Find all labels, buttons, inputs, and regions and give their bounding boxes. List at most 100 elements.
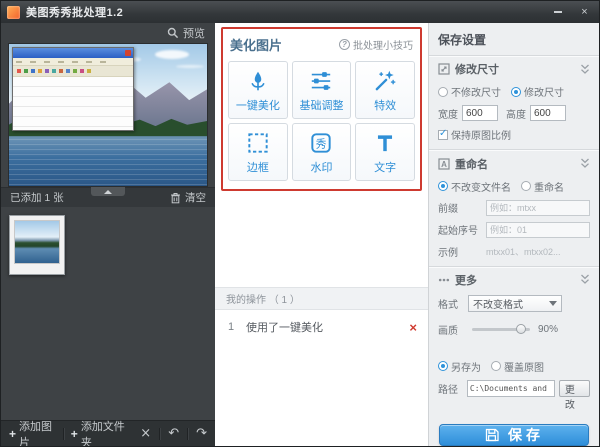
embedded-window-titlebar xyxy=(13,48,133,58)
clear-button[interactable]: 清空 xyxy=(170,190,206,205)
rename-section-header[interactable]: A 重命名 xyxy=(438,150,590,176)
chevron-collapse-icon[interactable] xyxy=(580,64,590,75)
add-image-label: 添加图片 xyxy=(19,418,56,447)
radio-icon xyxy=(491,361,501,371)
slider-knob[interactable] xyxy=(516,324,526,334)
example-value: mtxx01、mtxx02... xyxy=(486,245,561,258)
undo-button[interactable]: ↶ xyxy=(168,427,179,440)
preview-button[interactable]: 预览 xyxy=(167,25,205,41)
add-image-button[interactable]: + 添加图片 xyxy=(9,418,56,447)
start-number-label: 起始序号 xyxy=(438,222,482,237)
radio-icon xyxy=(438,87,448,97)
preview-image xyxy=(8,43,208,187)
rename-section-label: 重命名 xyxy=(455,156,488,172)
tool-basic-adjust[interactable]: 基础调整 xyxy=(292,61,352,119)
chevron-collapse-icon[interactable] xyxy=(580,274,590,285)
radio-selected-icon xyxy=(511,87,521,97)
image-list-panel: 预览 已添加 1 张 清空 xyxy=(1,23,215,446)
tool-label: 水印 xyxy=(310,159,332,175)
operation-item: 1 使用了一键美化 × xyxy=(221,310,422,335)
magnifier-icon xyxy=(167,27,179,39)
change-label: 更改 xyxy=(565,385,575,411)
tool-label: 一键美化 xyxy=(236,97,280,113)
image-thumbnail[interactable] xyxy=(9,215,65,275)
minimize-icon xyxy=(554,11,562,13)
path-label: 路径 xyxy=(438,381,463,396)
cloud-decor xyxy=(155,50,189,59)
minimize-button[interactable] xyxy=(547,5,568,20)
batch-tips-link[interactable]: ? 批处理小技巧 xyxy=(339,37,413,52)
separator xyxy=(187,428,188,440)
more-section-label: 更多 xyxy=(455,272,477,288)
save-settings-title: 保存设置 xyxy=(438,29,590,55)
radio-keep-filename[interactable]: 不改变文件名 xyxy=(438,179,511,194)
app-window: 美图秀秀批处理1.2 × 预览 xyxy=(0,0,600,447)
tool-label: 特效 xyxy=(374,97,396,113)
tool-border[interactable]: 边框 xyxy=(228,123,288,181)
width-input[interactable] xyxy=(462,105,498,121)
chevron-collapse-icon[interactable] xyxy=(580,158,590,169)
tool-text[interactable]: 文字 xyxy=(355,123,415,181)
radio-resize[interactable]: 修改尺寸 xyxy=(511,84,564,99)
start-number-input[interactable] xyxy=(486,222,590,238)
keep-ratio-label: 保持原图比例 xyxy=(451,127,511,142)
app-icon xyxy=(7,6,20,19)
prefix-input[interactable] xyxy=(486,200,590,216)
save-button[interactable]: 保存 xyxy=(439,424,589,446)
more-dots-icon xyxy=(438,274,450,286)
format-label: 格式 xyxy=(438,296,464,311)
keep-ratio-checkbox[interactable]: 保持原图比例 xyxy=(438,127,511,142)
close-button[interactable]: × xyxy=(574,5,595,20)
quality-value: 90% xyxy=(538,324,558,335)
text-icon xyxy=(372,129,398,157)
tips-label: 批处理小技巧 xyxy=(353,37,413,52)
add-folder-label: 添加文件夹 xyxy=(81,418,127,447)
plus-icon: + xyxy=(9,427,16,441)
path-input[interactable] xyxy=(467,380,555,397)
format-select[interactable]: 不改变格式 xyxy=(468,295,562,312)
radio-rename-label: 重命名 xyxy=(534,179,564,194)
operation-text: 使用了一键美化 xyxy=(246,319,409,335)
width-label: 宽度 xyxy=(438,106,458,121)
add-folder-button[interactable]: + 添加文件夹 xyxy=(71,418,127,447)
radio-keep-filename-label: 不改变文件名 xyxy=(451,179,511,194)
more-section-header[interactable]: 更多 xyxy=(438,266,590,292)
radio-rename[interactable]: 重命名 xyxy=(521,179,564,194)
radio-no-resize[interactable]: 不修改尺寸 xyxy=(438,84,501,99)
resize-icon xyxy=(438,63,450,75)
radio-overwrite[interactable]: 覆盖原图 xyxy=(491,359,544,374)
toolbar-icons-decor xyxy=(17,69,21,73)
tool-effects[interactable]: 特效 xyxy=(355,61,415,119)
list-toolbar: + 添加图片 + 添加文件夹 × ↶ ↷ xyxy=(1,420,215,446)
frame-icon xyxy=(245,129,271,157)
radio-save-as[interactable]: 另存为 xyxy=(438,359,481,374)
plus-icon: + xyxy=(71,427,78,441)
chevron-up-icon xyxy=(104,190,112,194)
preview-label: 预览 xyxy=(183,25,205,41)
save-settings-panel: 保存设置 修改尺寸 不修改尺寸 修改尺寸 宽度 xyxy=(428,23,599,446)
tool-watermark[interactable]: 秀 水印 xyxy=(292,123,352,181)
tool-label: 基础调整 xyxy=(299,97,343,113)
change-path-button[interactable]: 更改 xyxy=(559,380,590,397)
redo-button[interactable]: ↷ xyxy=(196,427,207,440)
save-label: 保存 xyxy=(508,425,544,445)
tool-one-click-beautify[interactable]: 一键美化 xyxy=(228,61,288,119)
added-count: 已添加 1 张 xyxy=(10,190,64,205)
quality-slider[interactable] xyxy=(472,328,530,331)
resize-section-header[interactable]: 修改尺寸 xyxy=(438,55,590,81)
embedded-window-screenshot xyxy=(12,47,134,131)
collapse-handle[interactable] xyxy=(91,187,125,196)
height-label: 高度 xyxy=(506,106,526,121)
sliders-icon xyxy=(308,67,334,95)
delete-operation-button[interactable]: × xyxy=(409,321,417,334)
resize-section-label: 修改尺寸 xyxy=(455,61,499,77)
magic-wand-icon xyxy=(372,67,398,95)
svg-text:秀: 秀 xyxy=(316,137,327,150)
embedded-window-toolbar xyxy=(13,66,133,77)
radio-selected-icon xyxy=(438,181,448,191)
radio-overwrite-label: 覆盖原图 xyxy=(504,359,544,374)
flower-icon xyxy=(245,67,271,95)
remove-image-button[interactable]: × xyxy=(140,427,151,440)
height-input[interactable] xyxy=(530,105,566,121)
tool-grid: 一键美化 基础调整 特效 xyxy=(228,61,415,181)
